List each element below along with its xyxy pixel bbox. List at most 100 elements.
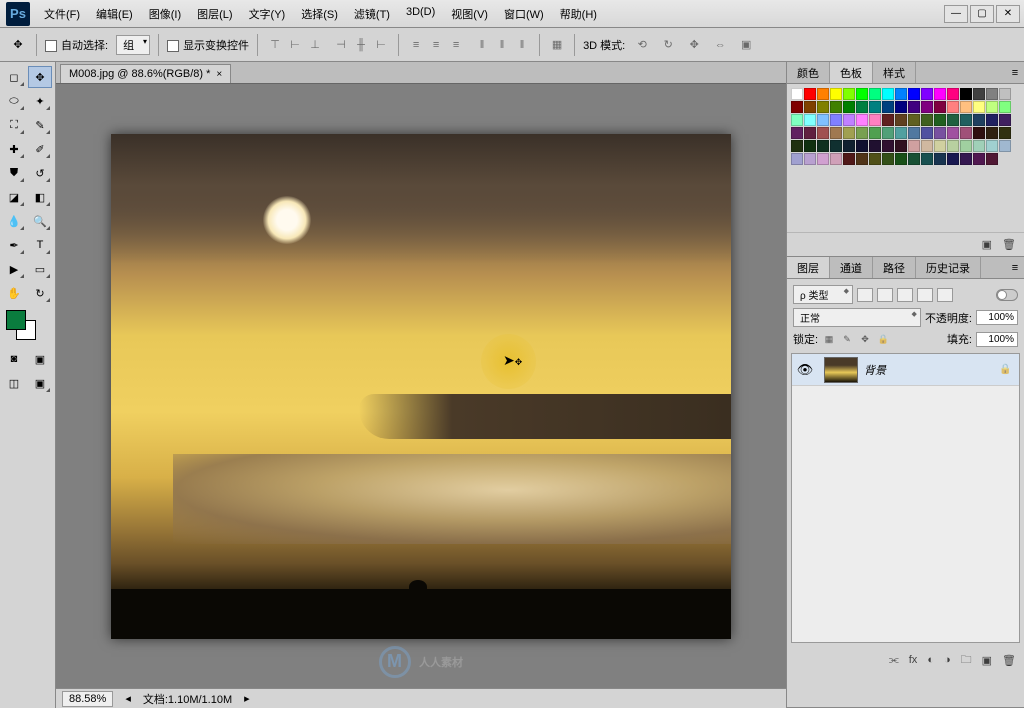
minimize-button[interactable]: —: [944, 5, 968, 23]
heal-tool[interactable]: ✚: [2, 138, 26, 160]
swatch[interactable]: [908, 114, 920, 126]
3d-orbit-icon[interactable]: ⟲: [633, 36, 651, 54]
info-arrow-icon[interactable]: ▸: [244, 692, 250, 705]
swatch[interactable]: [947, 153, 959, 165]
swatch[interactable]: [804, 114, 816, 126]
swatch[interactable]: [804, 88, 816, 100]
tab-paths[interactable]: 路径: [873, 257, 916, 278]
swatch[interactable]: [999, 127, 1011, 139]
swatch[interactable]: [973, 114, 985, 126]
swatch[interactable]: [934, 127, 946, 139]
filter-shape-icon[interactable]: [917, 288, 933, 302]
swatch[interactable]: [986, 88, 998, 100]
fill-input[interactable]: 100%: [976, 332, 1018, 347]
pen-tool[interactable]: ✒: [2, 234, 26, 256]
color-swatches[interactable]: [6, 310, 36, 340]
swatch[interactable]: [856, 153, 868, 165]
filter-type-icon[interactable]: [897, 288, 913, 302]
swatch[interactable]: [804, 101, 816, 113]
tab-history[interactable]: 历史记录: [916, 257, 981, 278]
swatch[interactable]: [843, 127, 855, 139]
group-icon[interactable]: 🗀: [961, 651, 972, 670]
tab-styles[interactable]: 样式: [873, 62, 916, 83]
filter-smart-icon[interactable]: [937, 288, 953, 302]
swatch[interactable]: [791, 153, 803, 165]
swatch[interactable]: [869, 101, 881, 113]
swatch[interactable]: [986, 127, 998, 139]
maximize-button[interactable]: ▢: [970, 5, 994, 23]
blend-mode-dropdown[interactable]: 正常: [793, 308, 921, 327]
swatch[interactable]: [947, 101, 959, 113]
3d-pan-icon[interactable]: ✥: [685, 36, 703, 54]
dist-bottom-icon[interactable]: ≡: [447, 36, 465, 54]
swatch[interactable]: [960, 114, 972, 126]
swatch[interactable]: [804, 153, 816, 165]
swatch[interactable]: [791, 101, 803, 113]
swatch[interactable]: [856, 114, 868, 126]
swatch[interactable]: [960, 127, 972, 139]
swatch[interactable]: [986, 114, 998, 126]
swatch[interactable]: [817, 114, 829, 126]
swatch[interactable]: [804, 127, 816, 139]
panel-more[interactable]: ▣: [28, 372, 52, 394]
swatch[interactable]: [869, 140, 881, 152]
foreground-color[interactable]: [6, 310, 26, 330]
swatch[interactable]: [934, 101, 946, 113]
swatch[interactable]: [791, 114, 803, 126]
swatch[interactable]: [960, 153, 972, 165]
swatch[interactable]: [817, 88, 829, 100]
swatch[interactable]: [986, 140, 998, 152]
menu-select[interactable]: 选择(S): [293, 2, 346, 26]
align-vmid-icon[interactable]: ⊢: [286, 36, 304, 54]
swatch[interactable]: [882, 127, 894, 139]
link-layers-icon[interactable]: ⫘: [889, 654, 899, 667]
swatch[interactable]: [921, 101, 933, 113]
canvas-image[interactable]: ➤✥: [111, 134, 731, 639]
align-left-icon[interactable]: ⊣: [332, 36, 350, 54]
swatch[interactable]: [947, 88, 959, 100]
swatch[interactable]: [947, 114, 959, 126]
dodge-tool[interactable]: 🔍: [28, 210, 52, 232]
swatch[interactable]: [895, 88, 907, 100]
opacity-input[interactable]: 100%: [976, 310, 1018, 325]
close-tab-icon[interactable]: ×: [216, 69, 222, 80]
menu-edit[interactable]: 编辑(E): [88, 2, 141, 26]
swatch[interactable]: [843, 153, 855, 165]
menu-3d[interactable]: 3D(D): [398, 2, 443, 26]
delete-swatch-icon[interactable]: 🗑: [1002, 238, 1016, 251]
history-brush-tool[interactable]: ↺: [28, 162, 52, 184]
swatch[interactable]: [804, 140, 816, 152]
swatch[interactable]: [856, 101, 868, 113]
lock-transparent-icon[interactable]: ▦: [822, 332, 836, 346]
swatch[interactable]: [908, 127, 920, 139]
tab-swatches[interactable]: 色板: [830, 62, 873, 83]
swatch[interactable]: [973, 88, 985, 100]
swatch[interactable]: [895, 127, 907, 139]
marquee-tool[interactable]: ◻: [2, 66, 26, 88]
swatch[interactable]: [817, 127, 829, 139]
swatch[interactable]: [817, 101, 829, 113]
swatch[interactable]: [960, 88, 972, 100]
show-transform-checkbox[interactable]: 显示变换控件: [167, 37, 249, 53]
swatch[interactable]: [934, 114, 946, 126]
swatch[interactable]: [999, 140, 1011, 152]
close-button[interactable]: ✕: [996, 5, 1020, 23]
swatch[interactable]: [830, 153, 842, 165]
zoom-field[interactable]: 88.58%: [62, 691, 113, 707]
fx-icon[interactable]: fx: [909, 654, 918, 666]
swatch[interactable]: [947, 127, 959, 139]
lasso-tool[interactable]: ⬭: [2, 90, 26, 112]
swatch[interactable]: [869, 153, 881, 165]
swatch[interactable]: [973, 101, 985, 113]
swatch[interactable]: [843, 101, 855, 113]
swatch[interactable]: [830, 127, 842, 139]
swatch[interactable]: [830, 114, 842, 126]
menu-view[interactable]: 视图(V): [443, 2, 496, 26]
swatch[interactable]: [869, 88, 881, 100]
swatch[interactable]: [921, 127, 933, 139]
swatch[interactable]: [934, 153, 946, 165]
blur-tool[interactable]: 💧: [2, 210, 26, 232]
align-hmid-icon[interactable]: ╫: [352, 36, 370, 54]
crop-tool[interactable]: ⛶: [2, 114, 26, 136]
align-top-icon[interactable]: ⊤: [266, 36, 284, 54]
